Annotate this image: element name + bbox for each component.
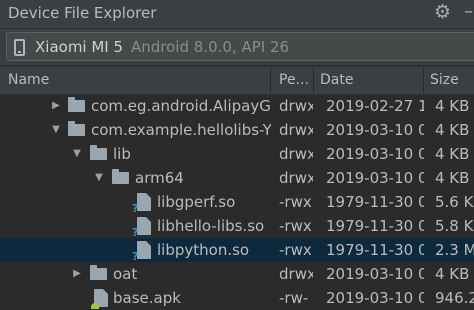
chevron-right-icon[interactable]: ▶ <box>70 262 84 286</box>
table-row[interactable]: ? libgperf.so -rwx 1979-11-30 0 5.6 K <box>0 190 474 214</box>
table-row[interactable]: ▼ arm64 drwx 2019-03-10 0 4 KB <box>0 166 474 190</box>
row-permissions: -rwx <box>279 193 312 211</box>
chevron-right-icon[interactable]: ▶ <box>49 94 63 118</box>
row-name: oat <box>113 265 138 283</box>
table-row[interactable]: ▶ com.eg.android.AlipayG drwx 2019-02-27… <box>0 94 474 118</box>
device-selector[interactable]: Xiaomi MI 5 Android 8.0.0, API 26 <box>6 32 474 61</box>
unknown-file-icon: ? <box>132 193 151 214</box>
table-row[interactable]: ▼ lib drwx 2019-03-10 0 4 KB <box>0 142 474 166</box>
folder-icon <box>68 97 85 112</box>
device-api-level: Android 8.0.0, API 26 <box>131 38 290 56</box>
table-row[interactable]: ▼ com.example.hellolibs-Y drwx 2019-03-1… <box>0 118 474 142</box>
name-cell: ▶ oat <box>0 262 271 286</box>
row-size: 4 KB <box>435 121 470 139</box>
row-permissions: -rwx <box>279 241 312 259</box>
row-name: libgperf.so <box>157 193 236 211</box>
column-header-permissions[interactable]: Pe... <box>271 67 314 94</box>
folder-icon <box>90 265 107 280</box>
row-date: 2019-02-27 1 <box>326 97 424 115</box>
row-date: 1979-11-30 0 <box>326 217 424 235</box>
title-bar: Device File Explorer ⚙ – <box>0 0 474 29</box>
row-size: 4 KB <box>435 145 470 163</box>
minimize-icon[interactable]: – <box>464 1 473 22</box>
device-name: Xiaomi MI 5 <box>35 38 124 56</box>
table-row[interactable]: base.apk -rw- 2019-03-10 0 946.2 <box>0 286 474 310</box>
row-size: 4 KB <box>435 169 470 187</box>
unknown-file-icon: ? <box>132 241 151 262</box>
row-name: com.eg.android.AlipayG <box>91 97 271 115</box>
row-size: 5.8 K <box>435 217 474 235</box>
row-size: 4 KB <box>435 97 470 115</box>
table-header: Name Pe... Date Size <box>0 66 474 95</box>
row-size: 4 KB <box>435 265 470 283</box>
row-name: com.example.hellolibs-Y <box>91 121 271 139</box>
column-header-name[interactable]: Name <box>0 67 271 94</box>
row-name: lib <box>113 145 131 163</box>
row-permissions: -rw- <box>279 289 309 307</box>
name-cell: ▼ com.example.hellolibs-Y <box>0 118 271 142</box>
row-permissions: drwx <box>279 121 313 139</box>
window-title: Device File Explorer <box>8 4 157 22</box>
row-size: 5.6 K <box>435 193 474 211</box>
folder-icon <box>68 121 85 136</box>
table-row[interactable]: ? libhello-libs.so -rwx 1979-11-30 0 5.8… <box>0 214 474 238</box>
chevron-down-icon[interactable]: ▼ <box>92 166 106 190</box>
table-row[interactable]: ▶ oat drwx 2019-03-10 0 4 KB <box>0 262 474 286</box>
name-cell: base.apk <box>0 286 271 310</box>
row-date: 2019-03-10 0 <box>326 289 424 307</box>
name-cell: ▼ arm64 <box>0 166 271 190</box>
row-name: libpython.so <box>157 241 250 259</box>
name-cell: ▼ lib <box>0 142 271 166</box>
row-date: 1979-11-30 0 <box>326 193 424 211</box>
unknown-file-icon: ? <box>132 217 151 238</box>
row-name: libhello-libs.so <box>157 217 265 235</box>
row-permissions: drwx <box>279 265 313 283</box>
row-permissions: drwx <box>279 97 313 115</box>
name-cell: ? libhello-libs.so <box>0 214 271 238</box>
table-row-selected[interactable]: ? libpython.so -rwx 1979-11-30 0 2.3 M <box>0 238 474 262</box>
column-header-date[interactable]: Date <box>314 67 424 94</box>
row-size: 946.2 <box>435 289 474 307</box>
chevron-down-icon[interactable]: ▼ <box>49 118 63 142</box>
row-permissions: drwx <box>279 169 313 187</box>
chevron-down-icon[interactable]: ▼ <box>70 142 84 166</box>
gear-icon[interactable]: ⚙ <box>434 1 451 23</box>
column-header-size[interactable]: Size <box>424 67 474 94</box>
row-name: base.apk <box>113 289 181 307</box>
row-date: 2019-03-10 0 <box>326 265 424 283</box>
row-size: 2.3 M <box>435 241 474 259</box>
name-cell: ▶ com.eg.android.AlipayG <box>0 94 271 118</box>
folder-icon <box>90 145 107 160</box>
row-permissions: drwx <box>279 145 313 163</box>
apk-file-icon <box>91 289 108 309</box>
row-date: 2019-03-10 0 <box>326 169 424 187</box>
row-name: arm64 <box>135 169 184 187</box>
row-date: 1979-11-30 0 <box>326 241 424 259</box>
name-cell: ? libpython.so <box>0 238 271 262</box>
row-permissions: -rwx <box>279 217 312 235</box>
phone-icon <box>14 39 25 56</box>
row-date: 2019-03-10 0 <box>326 121 424 139</box>
folder-icon <box>112 169 129 184</box>
row-date: 2019-03-10 0 <box>326 145 424 163</box>
name-cell: ? libgperf.so <box>0 190 271 214</box>
device-bar: Xiaomi MI 5 Android 8.0.0, API 26 <box>0 29 474 65</box>
